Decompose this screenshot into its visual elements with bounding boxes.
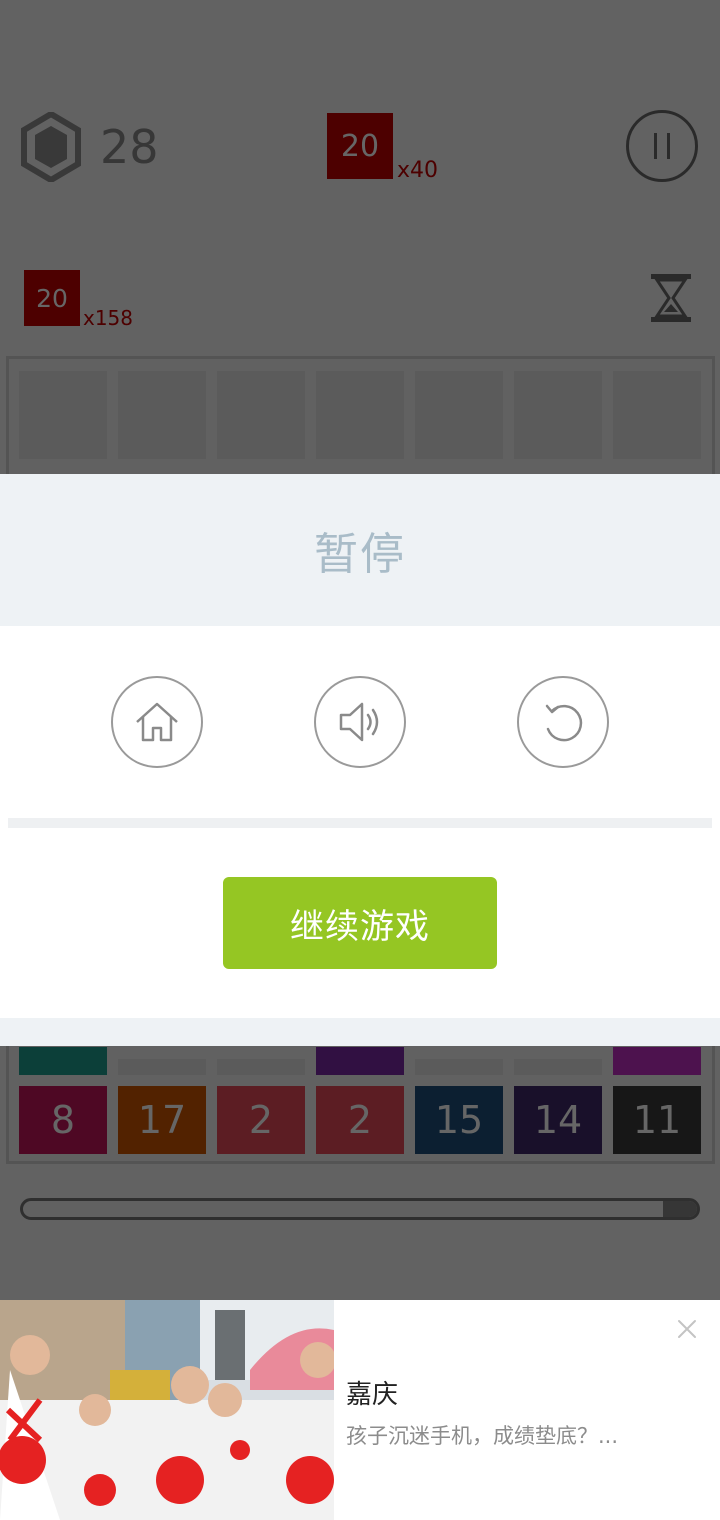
ad-description[interactable]: 孩子沉迷手机，成绩垫底？... [346, 1420, 618, 1450]
speaker-icon [339, 702, 379, 742]
continue-game-button[interactable]: 继续游戏 [223, 877, 497, 969]
restart-button[interactable] [517, 676, 609, 768]
dialog-divider [8, 818, 712, 828]
pause-dialog: 暂停 继续游戏 [0, 474, 720, 1046]
pause-dialog-body: 继续游戏 [0, 626, 720, 1018]
ad-banner[interactable]: 广告 嘉庆 孩子沉迷手机，成绩垫底？... [0, 1300, 720, 1520]
sound-toggle-button[interactable] [314, 676, 406, 768]
close-icon[interactable] [674, 1316, 700, 1342]
ad-image[interactable]: 广告 [0, 1300, 334, 1520]
ad-label: 广告 [16, 1505, 44, 1520]
restart-icon [545, 704, 583, 742]
home-button[interactable] [111, 676, 203, 768]
ad-photo-graduates [0, 1300, 334, 1520]
pause-title: 暂停 [314, 529, 406, 580]
pause-dialog-footer [0, 1018, 720, 1046]
pause-dialog-header: 暂停 [0, 474, 720, 626]
home-icon [136, 702, 178, 742]
screen: 28 20 x40 20 x158 [0, 0, 720, 1520]
ad-title[interactable]: 嘉庆 [346, 1374, 398, 1411]
